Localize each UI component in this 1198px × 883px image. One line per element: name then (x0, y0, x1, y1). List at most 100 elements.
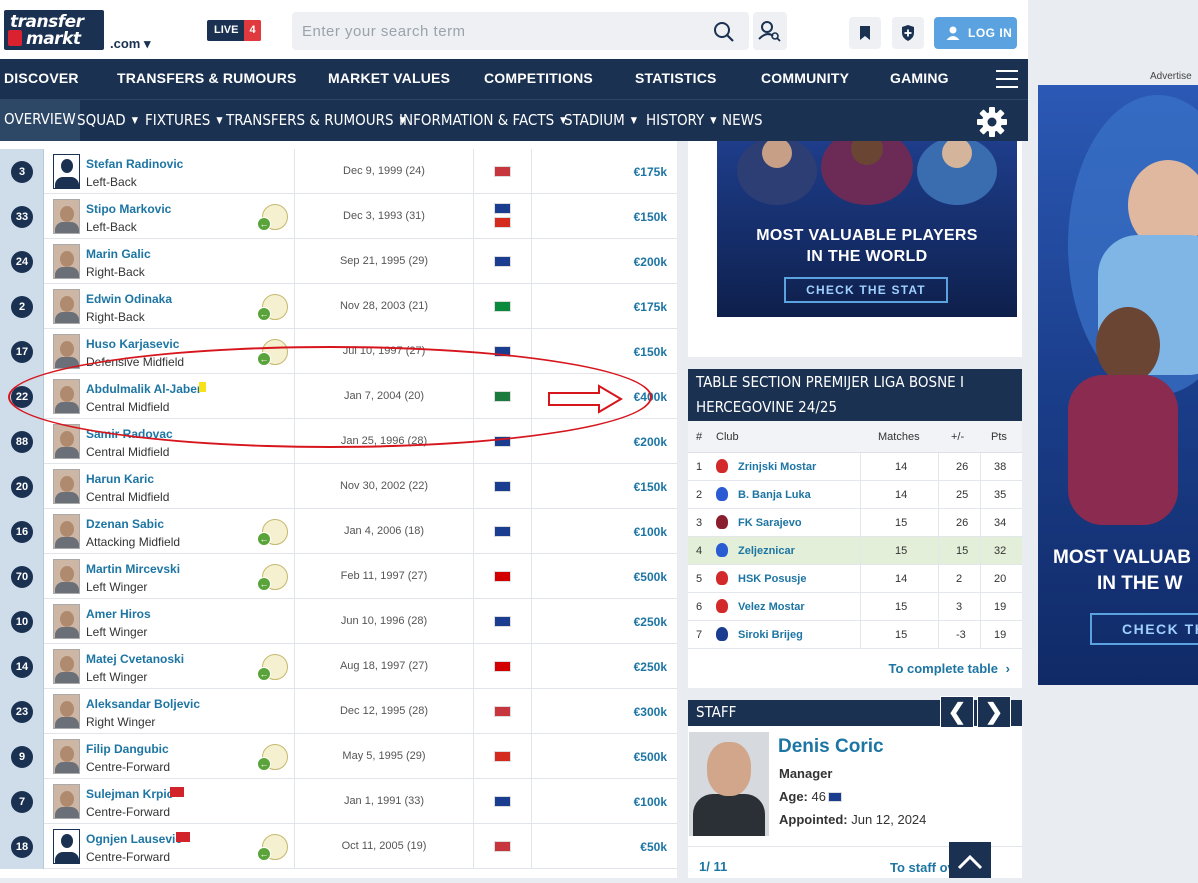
player-photo[interactable] (53, 829, 80, 864)
market-value-link[interactable]: €200k (634, 435, 667, 449)
staff-next-button[interactable]: ❯ (977, 696, 1011, 728)
player-photo[interactable] (53, 244, 80, 279)
transfermarkt-logo[interactable]: transfer markt (4, 10, 104, 50)
market-value-link[interactable]: €300k (634, 705, 667, 719)
market-value-link[interactable]: €100k (634, 525, 667, 539)
market-value-link[interactable]: €250k (634, 615, 667, 629)
player-name-link[interactable]: Martin Mircevski (86, 562, 180, 576)
market-value-link[interactable]: €150k (634, 345, 667, 359)
bookmark-button[interactable] (849, 17, 881, 49)
club-name-link[interactable]: Zeljeznicar (738, 545, 795, 557)
player-name-link[interactable]: Matej Cvetanoski (86, 652, 184, 666)
market-value-link[interactable]: €200k (634, 255, 667, 269)
player-name-link[interactable]: Harun Karic (86, 472, 154, 486)
club-name-link[interactable]: HSK Posusje (738, 573, 806, 585)
previous-club-badge-icon[interactable]: ← (257, 204, 288, 231)
login-button[interactable]: LOG IN (934, 17, 1017, 49)
market-value-link[interactable]: €50k (640, 840, 667, 854)
nav-community[interactable]: COMMUNITY (761, 70, 849, 86)
previous-club-badge-icon[interactable]: ← (257, 519, 288, 546)
market-value-link[interactable]: €150k (634, 210, 667, 224)
search-icon[interactable] (713, 21, 735, 43)
player-photo[interactable] (53, 199, 80, 234)
gear-icon[interactable] (975, 105, 1009, 139)
player-photo[interactable] (53, 784, 80, 819)
staff-photo[interactable] (689, 732, 769, 836)
market-value-link[interactable]: €500k (634, 750, 667, 764)
staff-name-link[interactable]: Denis Coric (778, 736, 884, 758)
nav-gaming[interactable]: GAMING (890, 70, 949, 86)
subnav-overview[interactable]: OVERVIEW (0, 100, 80, 141)
player-photo[interactable] (53, 604, 80, 639)
subnav-fixtures[interactable]: FIXTURES ▼ (145, 111, 223, 129)
hamburger-menu-icon[interactable] (996, 70, 1018, 88)
search-input[interactable] (292, 12, 702, 50)
advanced-search-button[interactable] (753, 12, 787, 50)
subnav-information[interactable]: INFORMATION & FACTS ▼ (399, 111, 566, 129)
nav-statistics[interactable]: STATISTICS (635, 70, 717, 86)
market-value-link[interactable]: €500k (634, 570, 667, 584)
domain-selector[interactable]: .com ▾ (110, 36, 150, 52)
scroll-to-top-button[interactable] (949, 842, 991, 878)
club-name-link[interactable]: B. Banja Luka (738, 489, 811, 501)
club-name-link[interactable]: FK Sarajevo (738, 517, 802, 529)
player-photo[interactable] (53, 289, 80, 324)
market-value-link[interactable]: €400k (634, 390, 667, 404)
market-value-link[interactable]: €100k (634, 795, 667, 809)
player-name-link[interactable]: Ognjen Lausevic (86, 832, 182, 846)
check-the-stat-button[interactable]: CHECK THE STAT (784, 277, 948, 303)
club-name-link[interactable]: Velez Mostar (738, 601, 805, 613)
staff-overview-link[interactable]: To staff ov (890, 860, 955, 875)
previous-club-badge-icon[interactable]: ← (257, 834, 288, 861)
player-name-link[interactable]: Aleksandar Boljevic (86, 697, 200, 711)
nav-discover[interactable]: DISCOVER (4, 70, 79, 86)
player-name-link[interactable]: Stipo Markovic (86, 202, 171, 216)
player-name-link[interactable]: Sulejman Krpic (86, 787, 173, 801)
market-value-link[interactable]: €250k (634, 660, 667, 674)
subnav-history[interactable]: HISTORY ▼ (646, 111, 716, 129)
previous-club-badge-icon[interactable]: ← (257, 339, 288, 366)
player-name-link[interactable]: Amer Hiros (86, 607, 151, 621)
club-name-link[interactable]: Siroki Brijeg (738, 629, 803, 641)
player-name-link[interactable]: Dzenan Sabic (86, 517, 164, 531)
player-photo[interactable] (53, 739, 80, 774)
staff-prev-button[interactable]: ❮ (940, 696, 974, 728)
promo-banner[interactable]: MOST VALUABLE PLAYERS IN THE WORLD CHECK … (717, 141, 1017, 317)
previous-club-badge-icon[interactable]: ← (257, 564, 288, 591)
advertisement-banner[interactable]: MOST VALUAB IN THE W CHECK TH (1038, 85, 1198, 685)
player-photo[interactable] (53, 334, 80, 369)
player-photo[interactable] (53, 514, 80, 549)
player-name-link[interactable]: Samir Radovac (86, 427, 173, 441)
player-name-link[interactable]: Stefan Radinovic (86, 157, 183, 171)
player-photo[interactable] (53, 469, 80, 504)
market-value-link[interactable]: €175k (634, 165, 667, 179)
player-name-link[interactable]: Huso Karjasevic (86, 337, 179, 351)
player-name-link[interactable]: Edwin Odinaka (86, 292, 172, 306)
previous-club-badge-icon[interactable]: ← (257, 744, 288, 771)
player-photo[interactable] (53, 154, 80, 189)
player-name-link[interactable]: Abdulmalik Al-Jaber (86, 382, 202, 396)
live-button[interactable]: LIVE 4 (207, 20, 261, 41)
player-photo[interactable] (53, 559, 80, 594)
player-photo[interactable] (53, 649, 80, 684)
nav-market-values[interactable]: MARKET VALUES (328, 70, 450, 86)
player-photo[interactable] (53, 424, 80, 459)
subnav-stadium[interactable]: STADIUM ▼ (564, 111, 637, 129)
shield-plus-button[interactable] (892, 17, 924, 49)
market-value-link[interactable]: €175k (634, 300, 667, 314)
subnav-transfers[interactable]: TRANSFERS & RUMOURS ▼ (226, 111, 406, 129)
player-name-link[interactable]: Filip Dangubic (86, 742, 169, 756)
player-photo[interactable] (53, 694, 80, 729)
previous-club-badge-icon[interactable]: ← (257, 654, 288, 681)
player-name-link[interactable]: Marin Galic (86, 247, 151, 261)
complete-table-link[interactable]: To complete table › (888, 661, 1010, 676)
club-name-link[interactable]: Zrinjski Mostar (738, 461, 816, 473)
market-value-link[interactable]: €150k (634, 480, 667, 494)
nav-competitions[interactable]: COMPETITIONS (484, 70, 593, 86)
previous-club-badge-icon[interactable]: ← (257, 294, 288, 321)
ad-check-button[interactable]: CHECK TH (1090, 613, 1198, 645)
subnav-squad[interactable]: SQUAD ▼ (77, 111, 138, 129)
nav-transfers-rumours[interactable]: TRANSFERS & RUMOURS (117, 70, 297, 86)
player-photo[interactable] (53, 379, 80, 414)
subnav-news[interactable]: NEWS (722, 111, 763, 129)
